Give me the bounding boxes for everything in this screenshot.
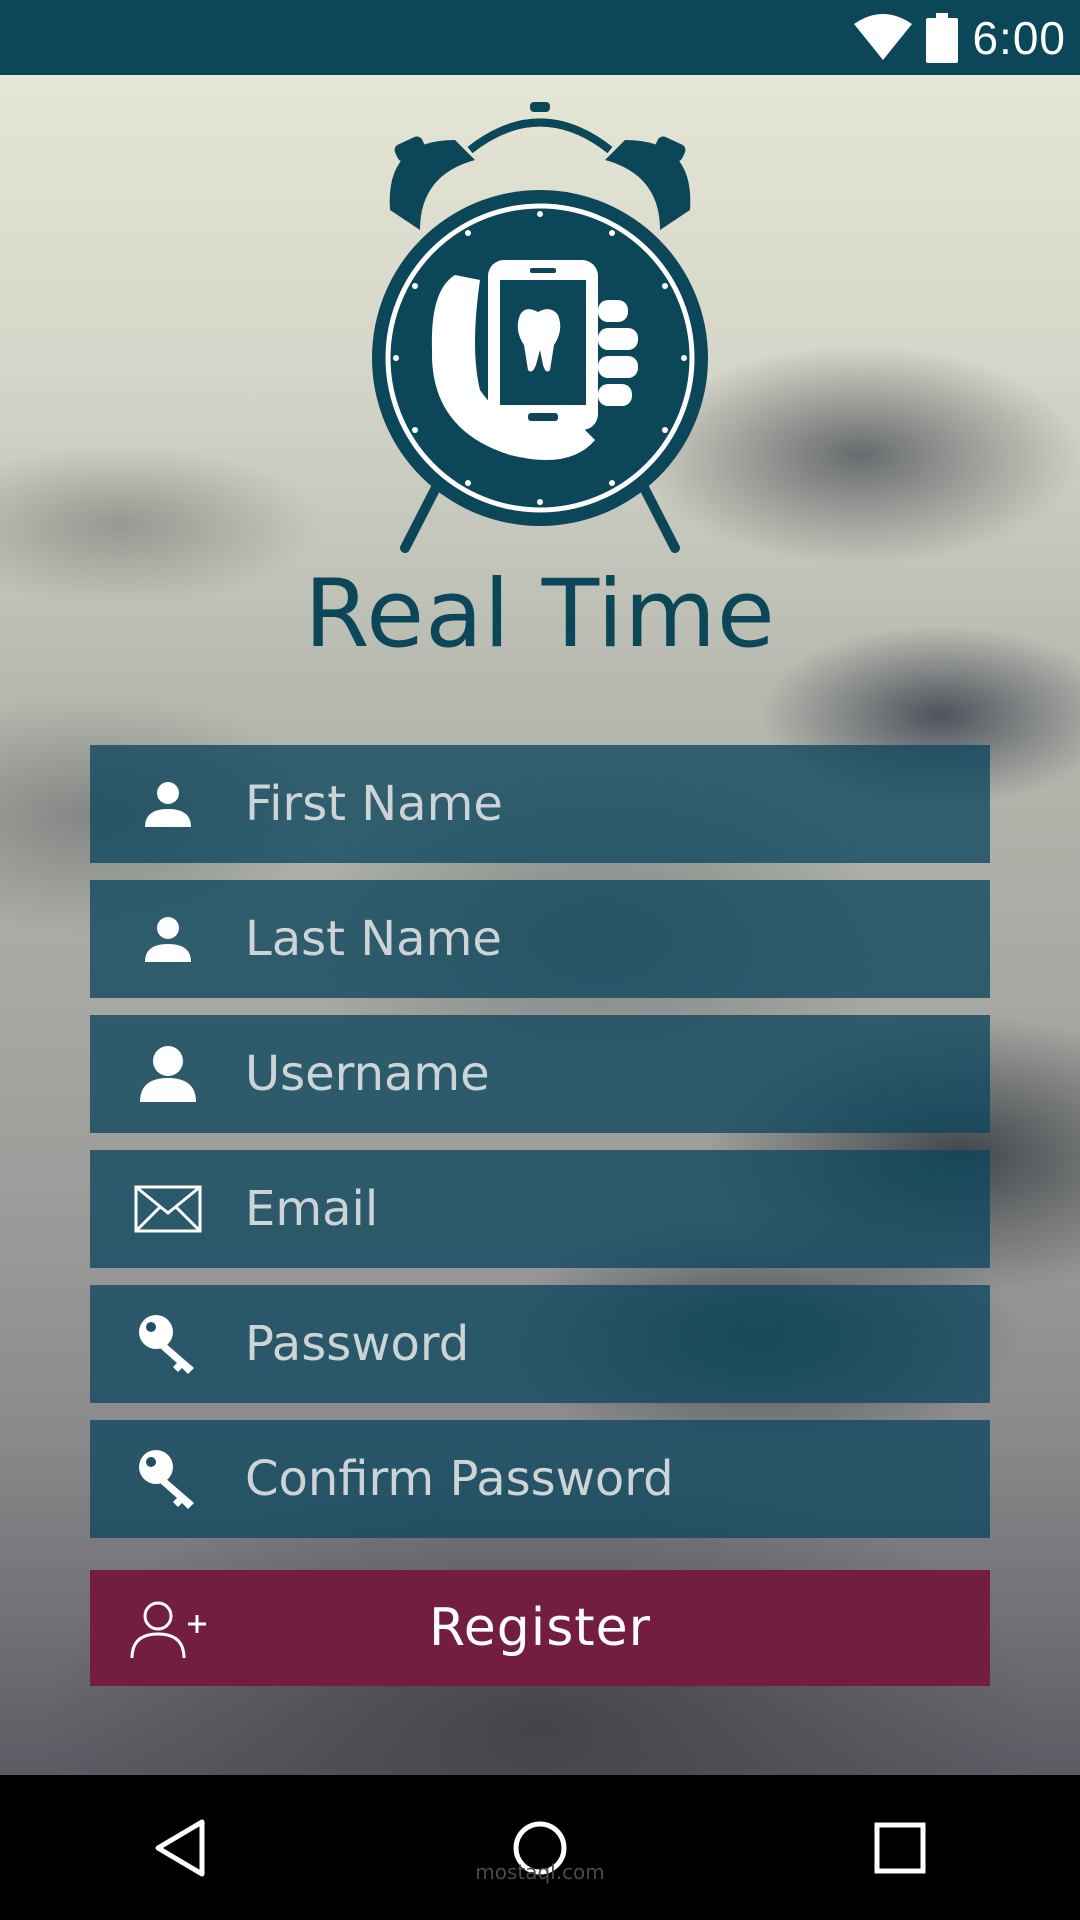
add-user-icon xyxy=(130,1601,206,1659)
person-icon xyxy=(90,1015,245,1133)
navigation-bar xyxy=(0,1776,1080,1920)
status-bar: 6:00 xyxy=(0,0,1080,75)
watermark: mostaql.com xyxy=(475,1860,605,1884)
recents-button[interactable] xyxy=(820,1776,980,1920)
first-name-field[interactable] xyxy=(245,745,990,863)
registration-form xyxy=(90,745,990,1555)
register-button[interactable]: Register xyxy=(90,1570,990,1686)
status-icons: 6:00 xyxy=(854,0,1066,75)
person-icon xyxy=(90,745,245,863)
confirm-password-field-container xyxy=(90,1420,990,1538)
confirm-password-field[interactable] xyxy=(245,1420,990,1538)
password-field-container xyxy=(90,1285,990,1403)
app-logo xyxy=(372,102,708,553)
password-field[interactable] xyxy=(245,1285,990,1403)
first-name-field-container xyxy=(90,745,990,863)
register-label: Register xyxy=(428,1598,652,1658)
username-field[interactable] xyxy=(245,1015,990,1133)
back-button[interactable] xyxy=(100,1776,260,1920)
email-field[interactable] xyxy=(245,1150,990,1268)
key-icon xyxy=(90,1420,245,1538)
home-button[interactable] xyxy=(460,1776,620,1920)
email-field-container xyxy=(90,1150,990,1268)
wifi-icon xyxy=(854,13,913,60)
person-icon xyxy=(90,880,245,998)
last-name-field[interactable] xyxy=(245,880,990,998)
app-title: Real Time xyxy=(304,560,776,669)
envelope-icon xyxy=(90,1150,245,1268)
battery-icon xyxy=(926,12,959,63)
last-name-field-container xyxy=(90,880,990,998)
status-time: 6:00 xyxy=(972,11,1066,64)
username-field-container xyxy=(90,1015,990,1133)
key-icon xyxy=(90,1285,245,1403)
